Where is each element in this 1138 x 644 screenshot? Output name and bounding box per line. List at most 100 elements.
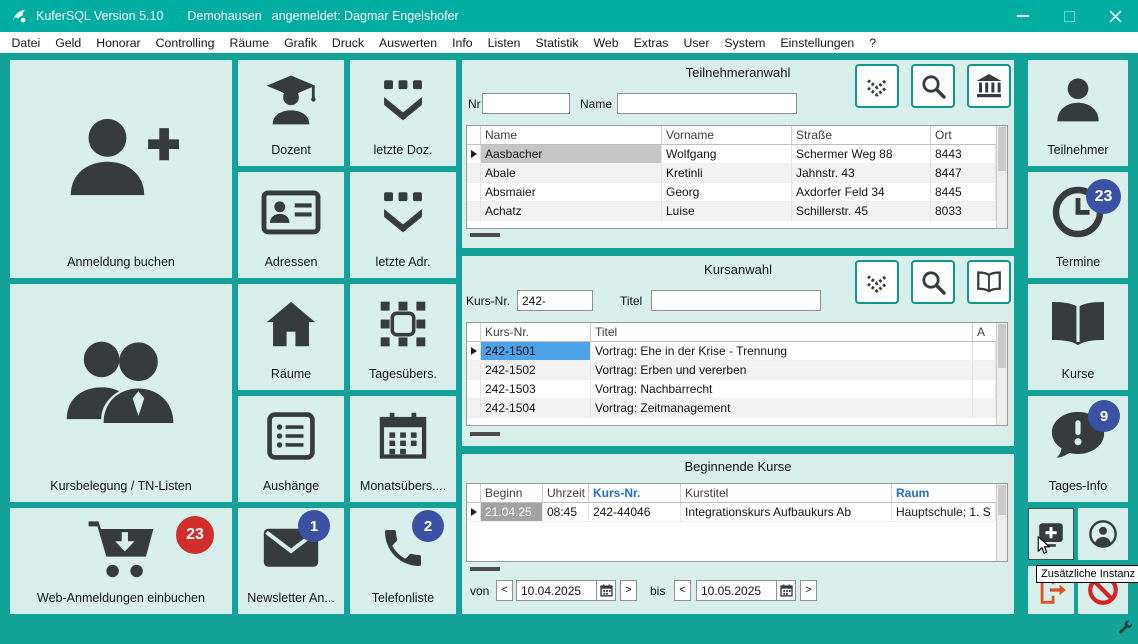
date-next-button[interactable]: > <box>620 580 637 601</box>
open-book-icon <box>1028 284 1128 364</box>
tile-raeume[interactable]: Räume <box>238 284 344 390</box>
participant-search-button[interactable] <box>911 64 955 108</box>
calendar-picker-button[interactable] <box>596 581 615 600</box>
tile-letzte-dozenten[interactable]: letzte Doz. <box>350 60 456 166</box>
tile-kursbelegung[interactable]: Kursbelegung / TN-Listen <box>10 284 232 502</box>
date-to-field[interactable]: 10.05.2025 <box>696 580 796 601</box>
col-header-raum[interactable]: Raum <box>892 484 996 503</box>
col-header-titel[interactable]: Titel <box>591 323 973 342</box>
course-row[interactable]: 242-1504 Vortrag: Zeitmanagement <box>467 399 1007 418</box>
tile-tages-info[interactable]: 9 Tages-Info <box>1028 396 1128 502</box>
menu-item[interactable]: Einstellungen <box>773 36 862 50</box>
scrollbar-thumb[interactable] <box>998 485 1006 515</box>
menu-item[interactable]: Räume <box>222 36 277 50</box>
col-header-vorname[interactable]: Vorname <box>662 126 792 145</box>
menu-item[interactable]: Druck <box>324 36 371 50</box>
row-marker <box>467 183 481 201</box>
wrench-icon[interactable] <box>1117 620 1133 636</box>
web-anmeldungen-badge: 23 <box>176 516 214 554</box>
col-header-kursnr[interactable]: Kurs-Nr. <box>589 484 681 503</box>
course-row[interactable]: 242-1502 Vortrag: Erben und vererben <box>467 361 1007 380</box>
menu-item[interactable]: System <box>717 36 773 50</box>
menu-item[interactable]: Info <box>445 36 481 50</box>
maximize-button[interactable] <box>1046 0 1092 32</box>
horizontal-scrollbar[interactable] <box>470 567 500 571</box>
tile-newsletter[interactable]: 1 Newsletter An... <box>238 508 344 614</box>
date-prev-button[interactable]: < <box>496 580 513 601</box>
participant-row[interactable]: Absmaier Georg Axdorfer Feld 34 8445 <box>467 183 1007 202</box>
participant-row[interactable]: Aasbacher Wolfgang Schermer Weg 88 8443 <box>467 145 1007 164</box>
tooltip: Zusätzliche Instanz <box>1036 565 1138 583</box>
col-header-ort[interactable]: Ort <box>931 126 996 145</box>
person-circle-icon <box>1078 508 1128 560</box>
cell-kursnr: 242-1502 <box>481 361 591 379</box>
menu-item[interactable]: Grafik <box>277 36 325 50</box>
course-selectlist-button[interactable] <box>855 260 899 304</box>
col-header-kurstitel[interactable]: Kurstitel <box>681 484 892 503</box>
kurstitel-input[interactable] <box>651 290 821 311</box>
menu-item[interactable]: Auswerten <box>372 36 445 50</box>
horizontal-scrollbar[interactable] <box>470 432 500 436</box>
kursnr-input[interactable] <box>517 290 593 311</box>
menu-item[interactable]: Controlling <box>148 36 222 50</box>
menu-item[interactable]: User <box>676 36 717 50</box>
date-prev-button[interactable]: < <box>674 580 691 601</box>
row-marker-header <box>467 126 481 145</box>
date-from-field[interactable]: 10.04.2025 <box>516 580 616 601</box>
tile-aushaenge[interactable]: Aushänge <box>238 396 344 502</box>
menu-item[interactable]: Web <box>586 36 626 50</box>
menu-item[interactable]: Geld <box>48 36 89 50</box>
scrollbar-thumb[interactable] <box>998 127 1006 171</box>
tile-termine[interactable]: 23 Termine <box>1028 172 1128 278</box>
tile-anmeldung-buchen[interactable]: Anmeldung buchen <box>10 60 232 278</box>
magnifier-icon <box>922 75 946 99</box>
tile-letzte-adressen[interactable]: letzte Adr. <box>350 172 456 278</box>
participant-selectlist-button[interactable] <box>855 64 899 108</box>
minimize-button[interactable] <box>1000 0 1046 32</box>
user-profile-button[interactable] <box>1078 508 1128 560</box>
vertical-scrollbar[interactable] <box>996 323 1007 425</box>
col-header-uhrzeit[interactable]: Uhrzeit <box>543 484 589 503</box>
tile-kurse[interactable]: Kurse <box>1028 284 1128 390</box>
tile-telefonliste[interactable]: 2 Telefonliste <box>350 508 456 614</box>
row-marker <box>467 503 481 521</box>
participant-nr-input[interactable] <box>482 93 570 114</box>
cell-name: Aasbacher <box>481 145 662 163</box>
col-header-name[interactable]: Name <box>481 126 662 145</box>
participant-row[interactable]: Abale Kretinli Jahnstr. 43 8447 <box>467 164 1007 183</box>
tile-tagesuebersicht[interactable]: Tagesübers. <box>350 284 456 390</box>
menu-item[interactable]: Listen <box>480 36 528 50</box>
course-row[interactable]: 242-1503 Vortrag: Nachbarrecht <box>467 380 1007 399</box>
course-search-button[interactable] <box>911 260 955 304</box>
participant-name-input[interactable] <box>617 93 797 114</box>
horizontal-scrollbar[interactable] <box>470 233 500 237</box>
beginning-course-row[interactable]: 21.04.25 08:45 242-44046 Integrationskur… <box>467 503 1007 522</box>
date-next-button[interactable]: > <box>800 580 817 601</box>
col-header-beginn[interactable]: Beginn <box>481 484 543 503</box>
tile-dozent[interactable]: Dozent <box>238 60 344 166</box>
course-catalog-button[interactable] <box>967 260 1011 304</box>
cell-kurstitel: Integrationskurs Aufbaukurs Ab <box>681 503 892 521</box>
tile-teilnehmer[interactable]: Teilnehmer <box>1028 60 1128 166</box>
menu-item[interactable]: Datei <box>4 36 48 50</box>
institution-button[interactable] <box>967 64 1011 108</box>
col-header-strasse[interactable]: Straße <box>792 126 931 145</box>
tile-adressen[interactable]: Adressen <box>238 172 344 278</box>
menu-item[interactable]: Extras <box>626 36 676 50</box>
calendar-picker-button[interactable] <box>776 581 795 600</box>
scrollbar-thumb[interactable] <box>998 324 1006 368</box>
tile-web-anmeldungen[interactable]: 23 Web-Anmeldungen einbuchen <box>10 508 232 614</box>
vertical-scrollbar[interactable] <box>996 126 1007 228</box>
course-row[interactable]: 242-1501 Vortrag: Ehe in der Krise - Tre… <box>467 342 1007 361</box>
menu-item[interactable]: ? <box>862 36 884 50</box>
tile-monatsuebersicht[interactable]: Monatsübers.... <box>350 396 456 502</box>
graduate-icon <box>238 60 344 140</box>
participant-row[interactable]: Achatz Luise Schillerstr. 45 8033 <box>467 202 1007 221</box>
col-header-a[interactable]: A <box>973 323 996 342</box>
tile-label: Räume <box>270 367 312 381</box>
vertical-scrollbar[interactable] <box>996 484 1007 561</box>
close-button[interactable] <box>1092 0 1138 32</box>
col-header-kursnr[interactable]: Kurs-Nr. <box>481 323 591 342</box>
menu-item[interactable]: Statistik <box>528 36 586 50</box>
menu-item[interactable]: Honorar <box>89 36 148 50</box>
